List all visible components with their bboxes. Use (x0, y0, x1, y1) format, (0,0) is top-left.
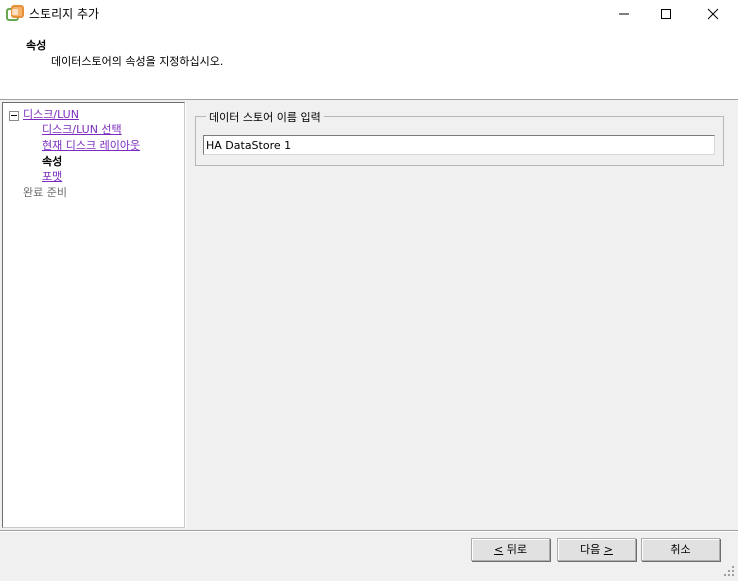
window-title: 스토리지 추가 (29, 7, 100, 21)
step-title: 속성 (26, 39, 47, 52)
nav-item-current-disk-layout[interactable]: 현재 디스크 레이아웃 (42, 137, 140, 153)
resize-grip-icon[interactable] (722, 564, 736, 578)
maximize-icon (661, 9, 671, 19)
nav-item-format[interactable]: 포맷 (42, 168, 62, 184)
next-button[interactable]: 다음 > (557, 538, 636, 561)
close-button[interactable] (690, 0, 736, 28)
cancel-button[interactable]: 취소 (641, 538, 720, 561)
collapse-toggle-icon[interactable] (9, 111, 19, 121)
next-accelerator: > (603, 543, 613, 556)
back-accelerator: < (494, 543, 504, 556)
maximize-button[interactable] (643, 0, 689, 28)
minimize-button[interactable] (601, 0, 647, 28)
nav-item-disk-lun[interactable]: 디스크/LUN (23, 106, 79, 122)
step-description: 데이터스토어의 속성을 지정하십시오. (51, 55, 224, 68)
minimize-icon (619, 13, 629, 15)
wizard-header: 속성 데이터스토어의 속성을 지정하십시오. (0, 28, 738, 100)
datastore-name-input[interactable] (203, 135, 715, 155)
nav-item-ready-to-complete: 완료 준비 (23, 186, 67, 199)
back-label: 뒤로 (503, 543, 527, 556)
nav-item-select-disk-lun[interactable]: 디스크/LUN 선택 (42, 121, 122, 137)
next-label: 다음 (580, 543, 604, 556)
wizard-step-tree: 디스크/LUN 디스크/LUN 선택 현재 디스크 레이아웃 속성 포맷 완료 … (2, 102, 185, 528)
title-bar: 스토리지 추가 (0, 0, 738, 28)
pane-splitter[interactable] (185, 102, 186, 528)
nav-item-properties: 속성 (42, 155, 63, 168)
back-button[interactable]: < 뒤로 (471, 538, 550, 561)
vsphere-app-icon (6, 5, 24, 23)
close-icon (707, 8, 719, 20)
group-label: 데이터 스토어 이름 입력 (206, 109, 324, 125)
